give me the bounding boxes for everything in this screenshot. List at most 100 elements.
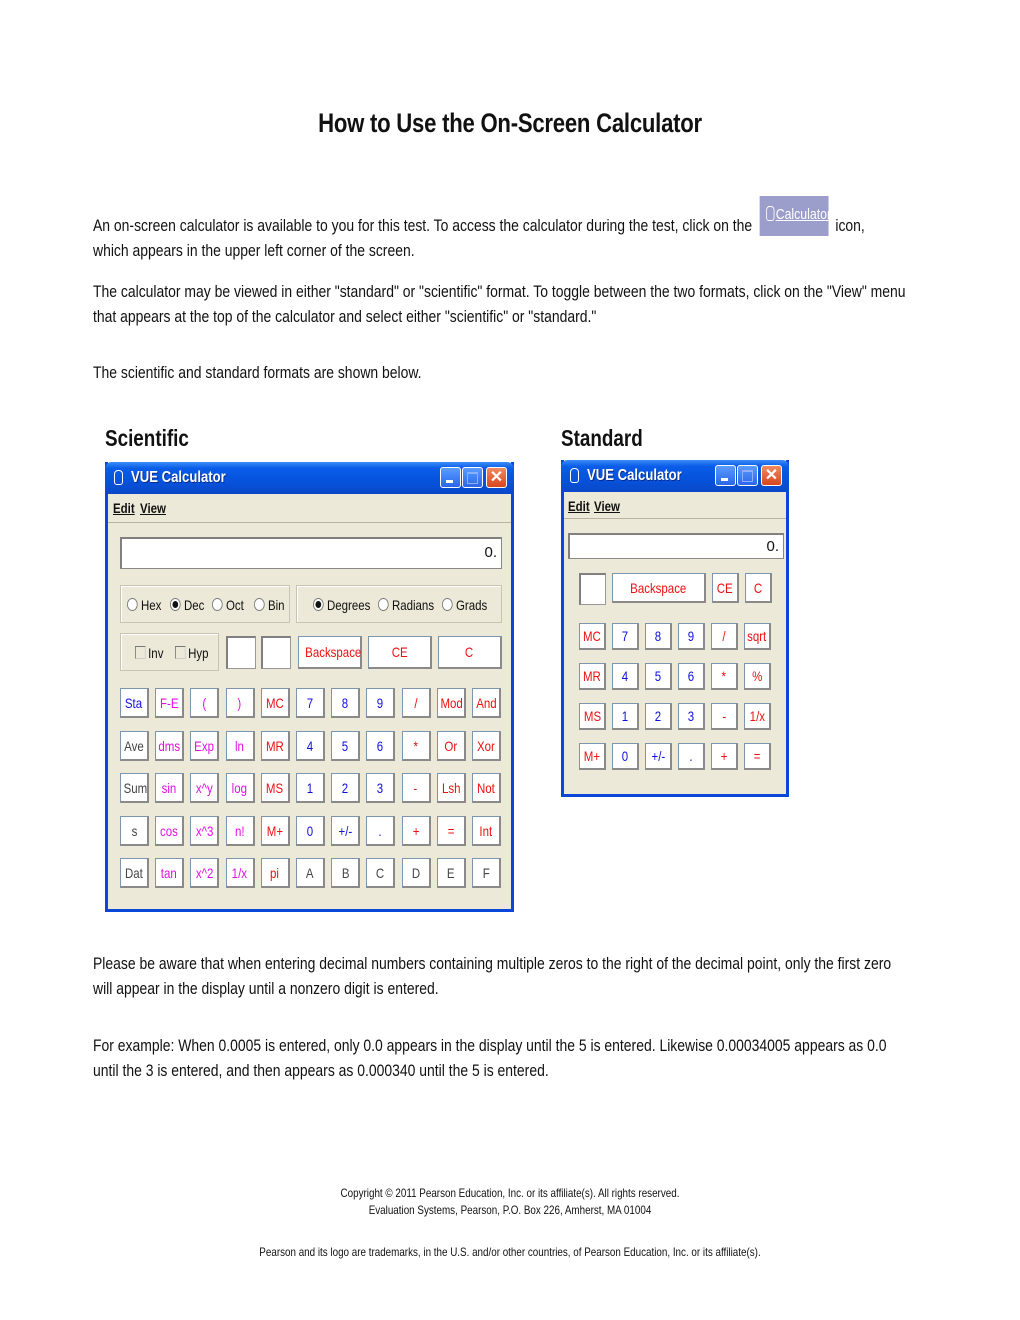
key-factorial[interactable]: n! xyxy=(225,815,255,846)
key-s[interactable]: s xyxy=(120,815,149,846)
key-tan[interactable]: tan xyxy=(155,858,185,888)
key-4[interactable]: 4 xyxy=(612,663,639,690)
radio-button-icon[interactable] xyxy=(127,598,138,611)
key-pi[interactable]: pi xyxy=(260,858,290,888)
key-9[interactable]: 9 xyxy=(366,688,396,718)
radio-dec[interactable]: Dec xyxy=(170,597,204,613)
key-8[interactable]: 8 xyxy=(331,688,361,718)
key-3[interactable]: 3 xyxy=(366,773,396,803)
key-add[interactable]: + xyxy=(401,815,431,846)
key-close-paren[interactable]: ) xyxy=(225,688,255,718)
hyp-checkbox[interactable]: Hyp xyxy=(175,645,209,661)
key-and[interactable]: And xyxy=(472,688,501,718)
key-sum[interactable]: Sum xyxy=(120,773,149,803)
key-6[interactable]: 6 xyxy=(366,730,396,761)
key-equals[interactable]: = xyxy=(744,743,771,770)
menu-view[interactable]: View xyxy=(594,498,620,514)
inv-checkbox-box[interactable] xyxy=(135,646,146,659)
menu-view[interactable]: View xyxy=(140,500,166,516)
clear-entry-button[interactable]: CE xyxy=(368,636,432,669)
key-5[interactable]: 5 xyxy=(645,663,672,690)
key-sta[interactable]: Sta xyxy=(120,688,149,718)
key-ln[interactable]: ln xyxy=(225,730,255,761)
radio-button-icon[interactable] xyxy=(442,598,453,611)
key-2[interactable]: 2 xyxy=(645,703,672,730)
key-0[interactable]: 0 xyxy=(296,815,325,846)
radio-bin[interactable]: Bin xyxy=(254,597,285,613)
key-reciprocal[interactable]: 1/x xyxy=(225,858,255,888)
key-sign-toggle[interactable]: +/- xyxy=(331,815,361,846)
key-sqrt[interactable]: sqrt xyxy=(744,623,771,650)
key-sin[interactable]: sin xyxy=(155,773,185,803)
key-ms[interactable]: MS xyxy=(579,703,606,730)
key-xor[interactable]: Xor xyxy=(472,730,501,761)
key-f-e[interactable]: F-E xyxy=(155,688,185,718)
key-lsh[interactable]: Lsh xyxy=(436,773,466,803)
menu-edit[interactable]: Edit xyxy=(113,500,135,516)
key-not[interactable]: Not xyxy=(472,773,501,803)
key-x-squared[interactable]: x^2 xyxy=(190,858,220,888)
key-0[interactable]: 0 xyxy=(612,743,639,770)
key-percent[interactable]: % xyxy=(744,663,771,690)
minimize-button[interactable] xyxy=(440,467,461,488)
key-mr[interactable]: MR xyxy=(579,663,606,690)
key-divide[interactable]: / xyxy=(401,688,431,718)
key-dms[interactable]: dms xyxy=(155,730,185,761)
radio-oct[interactable]: Oct xyxy=(212,597,244,613)
key-decimal[interactable]: . xyxy=(678,743,705,770)
key-ave[interactable]: Ave xyxy=(120,730,149,761)
key-6[interactable]: 6 xyxy=(678,663,705,690)
key-f[interactable]: F xyxy=(472,858,501,888)
key-mod[interactable]: Mod xyxy=(436,688,466,718)
key-dat[interactable]: Dat xyxy=(120,858,149,888)
radio-button-icon[interactable] xyxy=(378,598,389,611)
key-sign-toggle[interactable]: +/- xyxy=(645,743,672,770)
key-1[interactable]: 1 xyxy=(296,773,325,803)
key-add[interactable]: + xyxy=(711,743,738,770)
radio-grads[interactable]: Grads xyxy=(442,597,487,613)
window-titlebar[interactable]: VUE Calculator ✕ xyxy=(105,462,514,494)
radio-radians[interactable]: Radians xyxy=(378,597,434,613)
clear-button[interactable]: C xyxy=(438,636,502,669)
clear-entry-button[interactable]: CE xyxy=(712,573,739,603)
key-ms[interactable]: MS xyxy=(260,773,290,803)
radio-button-icon[interactable] xyxy=(254,598,265,611)
maximize-button[interactable] xyxy=(737,465,758,486)
radio-degrees[interactable]: Degrees xyxy=(313,597,370,613)
key-3[interactable]: 3 xyxy=(678,703,705,730)
key-mc[interactable]: MC xyxy=(579,623,606,650)
inv-checkbox[interactable]: Inv xyxy=(135,645,163,661)
key-e[interactable]: E xyxy=(436,858,466,888)
key-4[interactable]: 4 xyxy=(296,730,325,761)
key-subtract[interactable]: - xyxy=(711,703,738,730)
key-or[interactable]: Or xyxy=(436,730,466,761)
close-button[interactable]: ✕ xyxy=(761,465,782,486)
key-x-pow-y[interactable]: x^y xyxy=(190,773,220,803)
key-int[interactable]: Int xyxy=(472,815,501,846)
key-open-paren[interactable]: ( xyxy=(190,688,220,718)
key-exp[interactable]: Exp xyxy=(190,730,220,761)
key-reciprocal[interactable]: 1/x xyxy=(744,703,771,730)
backspace-button[interactable]: Backspace xyxy=(298,636,362,669)
radio-button-icon[interactable] xyxy=(313,598,324,611)
key-equals[interactable]: = xyxy=(436,815,466,846)
radio-button-icon[interactable] xyxy=(212,598,223,611)
key-x-cubed[interactable]: x^3 xyxy=(190,815,220,846)
radio-hex[interactable]: Hex xyxy=(127,597,161,613)
clear-button[interactable]: C xyxy=(745,573,772,603)
key-b[interactable]: B xyxy=(331,858,361,888)
key-d[interactable]: D xyxy=(401,858,431,888)
key-c[interactable]: C xyxy=(366,858,396,888)
maximize-button[interactable] xyxy=(462,467,483,488)
key-decimal[interactable]: . xyxy=(366,815,396,846)
key-divide[interactable]: / xyxy=(711,623,738,650)
key-mc[interactable]: MC xyxy=(260,688,290,718)
key-5[interactable]: 5 xyxy=(331,730,361,761)
key-mr[interactable]: MR xyxy=(260,730,290,761)
key-9[interactable]: 9 xyxy=(678,623,705,650)
key-7[interactable]: 7 xyxy=(296,688,325,718)
key-cos[interactable]: cos xyxy=(155,815,185,846)
key-m[interactable]: M+ xyxy=(579,743,606,770)
calculator-button[interactable]: Calculator xyxy=(759,196,831,236)
key-a[interactable]: A xyxy=(296,858,325,888)
